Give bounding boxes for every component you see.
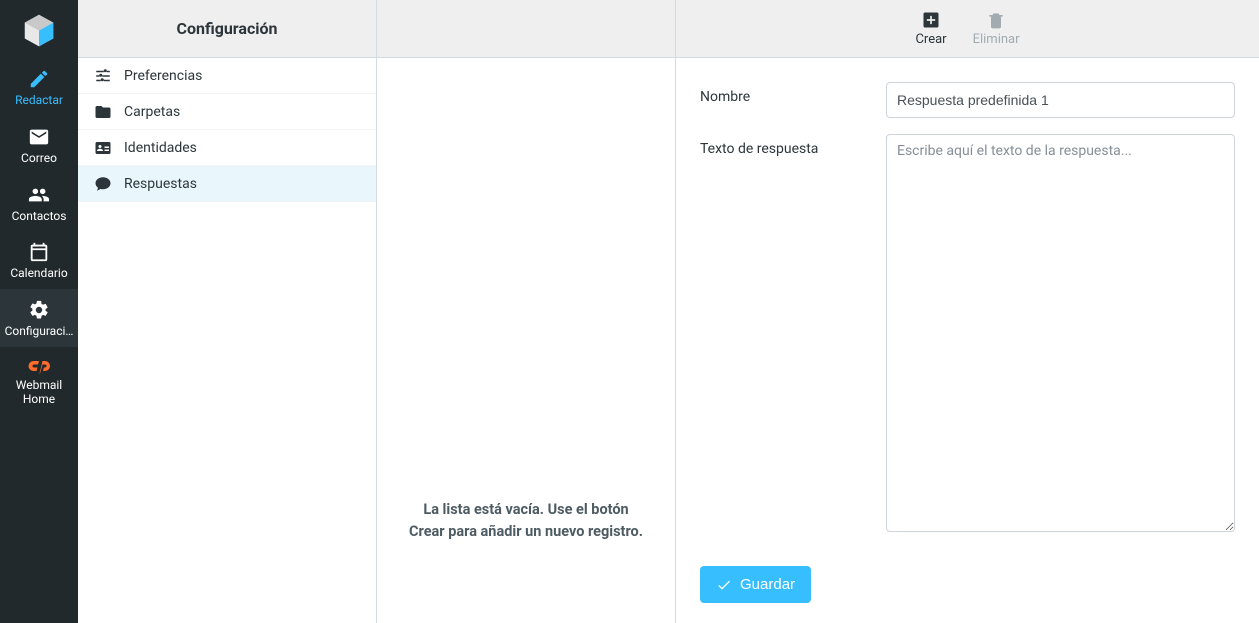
- nav-settings[interactable]: Configuraci…: [0, 289, 78, 347]
- nav-compose[interactable]: Redactar: [0, 58, 78, 116]
- nav-calendar[interactable]: Calendario: [0, 231, 78, 289]
- nav-compose-label: Redactar: [15, 94, 63, 108]
- logo-icon: [20, 10, 58, 48]
- logo: [0, 0, 78, 58]
- responses-list-header: [377, 0, 675, 58]
- save-button-label: Guardar: [740, 576, 795, 593]
- empty-list-message: La lista está vacía. Use el botón Crear …: [405, 499, 647, 541]
- settings-list: Preferencias Carpetas Identidades Respue…: [78, 58, 376, 202]
- content-toolbar: Crear Eliminar: [676, 0, 1259, 58]
- sliders-icon: [94, 67, 112, 85]
- plus-square-icon: [921, 10, 941, 30]
- nav-webmail-label: Webmail Home: [16, 379, 62, 407]
- responses-list-body: La lista está vacía. Use el botón Crear …: [377, 58, 675, 623]
- settings-item-preferences[interactable]: Preferencias: [78, 58, 376, 94]
- delete-button-label: Eliminar: [973, 32, 1020, 47]
- content-body: Nombre Texto de respuesta Guardar: [676, 58, 1259, 623]
- form-row-text: Texto de respuesta: [700, 134, 1235, 536]
- nav-calendar-label: Calendario: [10, 267, 67, 281]
- name-input[interactable]: [886, 82, 1235, 118]
- settings-item-identities[interactable]: Identidades: [78, 130, 376, 166]
- main-nav: Redactar Correo Contactos Calendario Con…: [0, 0, 78, 623]
- create-button[interactable]: Crear: [907, 6, 954, 51]
- settings-sidebar: Configuración Preferencias Carpetas Iden…: [78, 0, 377, 623]
- calendar-icon: [28, 241, 50, 263]
- settings-item-label: Carpetas: [124, 104, 180, 120]
- settings-item-responses[interactable]: Respuestas: [78, 166, 376, 202]
- text-label: Texto de respuesta: [700, 134, 886, 157]
- id-card-icon: [94, 139, 112, 157]
- chat-icon: [94, 175, 112, 193]
- folder-icon: [94, 103, 112, 121]
- create-button-label: Crear: [915, 32, 946, 47]
- settings-title: Configuración: [176, 19, 277, 38]
- contacts-icon: [28, 184, 50, 206]
- settings-item-folders[interactable]: Carpetas: [78, 94, 376, 130]
- form-row-name: Nombre: [700, 82, 1235, 118]
- compose-icon: [28, 68, 50, 90]
- responses-list-column: La lista está vacía. Use el botón Crear …: [377, 0, 676, 623]
- response-textarea[interactable]: [886, 134, 1235, 532]
- nav-mail-label: Correo: [21, 152, 57, 166]
- gear-icon: [28, 299, 50, 321]
- nav-contacts-label: Contactos: [12, 210, 67, 224]
- settings-item-label: Identidades: [124, 140, 197, 156]
- nav-webmail-home[interactable]: Webmail Home: [0, 347, 78, 415]
- delete-button: Eliminar: [965, 6, 1028, 51]
- mail-icon: [28, 126, 50, 148]
- settings-item-label: Respuestas: [124, 176, 197, 192]
- check-icon: [716, 577, 732, 593]
- settings-item-label: Preferencias: [124, 68, 202, 84]
- trash-icon: [986, 10, 1006, 30]
- nav-contacts[interactable]: Contactos: [0, 174, 78, 232]
- content-column: Crear Eliminar Nombre Texto de respuesta…: [676, 0, 1259, 623]
- cpanel-icon: [27, 357, 51, 375]
- save-button[interactable]: Guardar: [700, 566, 811, 603]
- nav-mail[interactable]: Correo: [0, 116, 78, 174]
- name-label: Nombre: [700, 82, 886, 105]
- nav-settings-label: Configuraci…: [5, 325, 74, 339]
- settings-header: Configuración: [78, 0, 376, 58]
